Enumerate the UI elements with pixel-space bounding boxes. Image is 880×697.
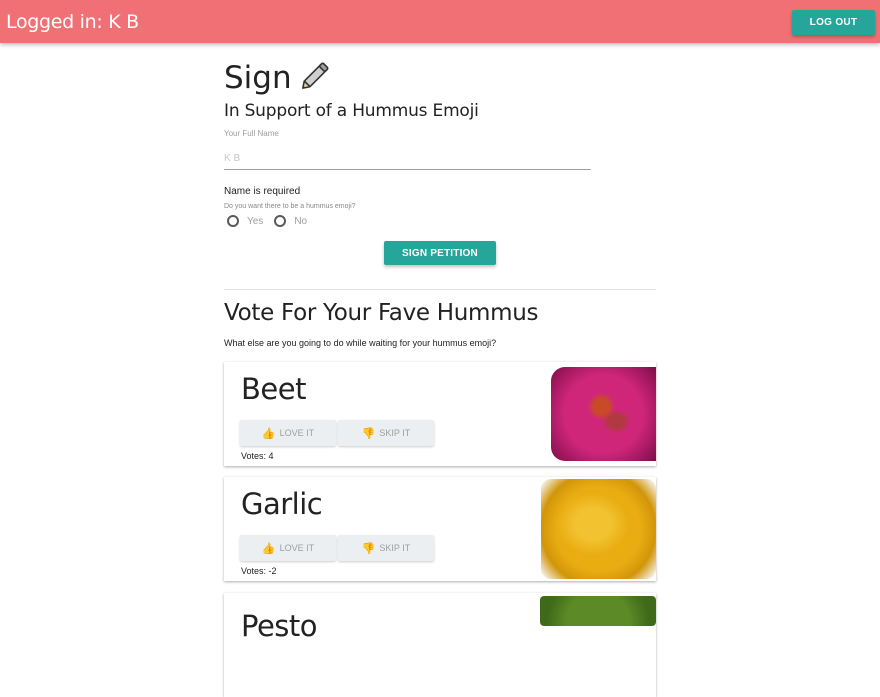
thumbs-down-icon: 👎 bbox=[361, 542, 376, 555]
skip-it-label: SKIP IT bbox=[379, 428, 411, 438]
section-divider bbox=[224, 289, 656, 290]
card-actions: 👍 LOVE IT 👎 SKIP IT bbox=[240, 535, 434, 561]
love-it-label: LOVE IT bbox=[279, 543, 315, 553]
vote-title: Vote For Your Fave Hummus bbox=[224, 300, 539, 326]
logged-in-status: Logged in: K B bbox=[6, 11, 139, 33]
emoji-question: Do you want there to be a hummus emoji? bbox=[224, 203, 356, 210]
vote-count: Votes: 4 bbox=[241, 451, 274, 461]
radio-no-label: No bbox=[294, 215, 308, 227]
radio-no-circle[interactable] bbox=[274, 215, 287, 227]
thumbs-up-icon: 👍 bbox=[261, 542, 276, 555]
logout-button[interactable]: LOG OUT bbox=[792, 10, 875, 35]
hummus-name: Garlic bbox=[241, 487, 323, 521]
sign-petition-button[interactable]: SIGN PETITION bbox=[384, 241, 496, 265]
emoji-radio-group: Yes No bbox=[227, 215, 318, 227]
full-name-input[interactable] bbox=[224, 147, 591, 170]
garlic-hummus-image bbox=[541, 479, 656, 579]
hummus-card-pesto: Pesto bbox=[224, 593, 656, 697]
radio-yes-circle[interactable] bbox=[227, 215, 239, 227]
pesto-hummus-image bbox=[540, 596, 656, 626]
card-actions: 👍 LOVE IT 👎 SKIP IT bbox=[240, 420, 434, 446]
radio-no[interactable]: No bbox=[274, 215, 307, 227]
name-error-message: Name is required bbox=[224, 186, 301, 197]
radio-yes[interactable]: Yes bbox=[227, 215, 263, 227]
top-bar: Logged in: K B LOG OUT bbox=[0, 0, 880, 43]
hummus-card-garlic: Garlic 👍 LOVE IT 👎 SKIP IT Votes: -2 bbox=[224, 477, 656, 581]
pencil-icon bbox=[300, 57, 334, 99]
vote-description: What else are you going to do while wait… bbox=[224, 338, 497, 348]
love-it-button[interactable]: 👍 LOVE IT bbox=[240, 420, 336, 446]
hummus-name: Pesto bbox=[241, 609, 318, 643]
beet-hummus-image bbox=[551, 367, 656, 461]
thumbs-up-icon: 👍 bbox=[261, 427, 276, 440]
petition-subtitle: In Support of a Hummus Emoji bbox=[224, 101, 479, 121]
skip-it-button[interactable]: 👎 SKIP IT bbox=[338, 535, 434, 561]
hummus-card-beet: Beet 👍 LOVE IT 👎 SKIP IT Votes: 4 bbox=[224, 362, 656, 466]
hummus-name: Beet bbox=[241, 372, 306, 406]
love-it-label: LOVE IT bbox=[279, 428, 315, 438]
radio-yes-label: Yes bbox=[247, 215, 264, 227]
sign-heading: Sign bbox=[224, 57, 334, 99]
love-it-button[interactable]: 👍 LOVE IT bbox=[240, 535, 336, 561]
skip-it-button[interactable]: 👎 SKIP IT bbox=[338, 420, 434, 446]
vote-count: Votes: -2 bbox=[241, 566, 277, 576]
thumbs-down-icon: 👎 bbox=[361, 427, 376, 440]
full-name-label: Your Full Name bbox=[224, 129, 279, 138]
sign-title-text: Sign bbox=[224, 60, 292, 96]
skip-it-label: SKIP IT bbox=[379, 543, 411, 553]
